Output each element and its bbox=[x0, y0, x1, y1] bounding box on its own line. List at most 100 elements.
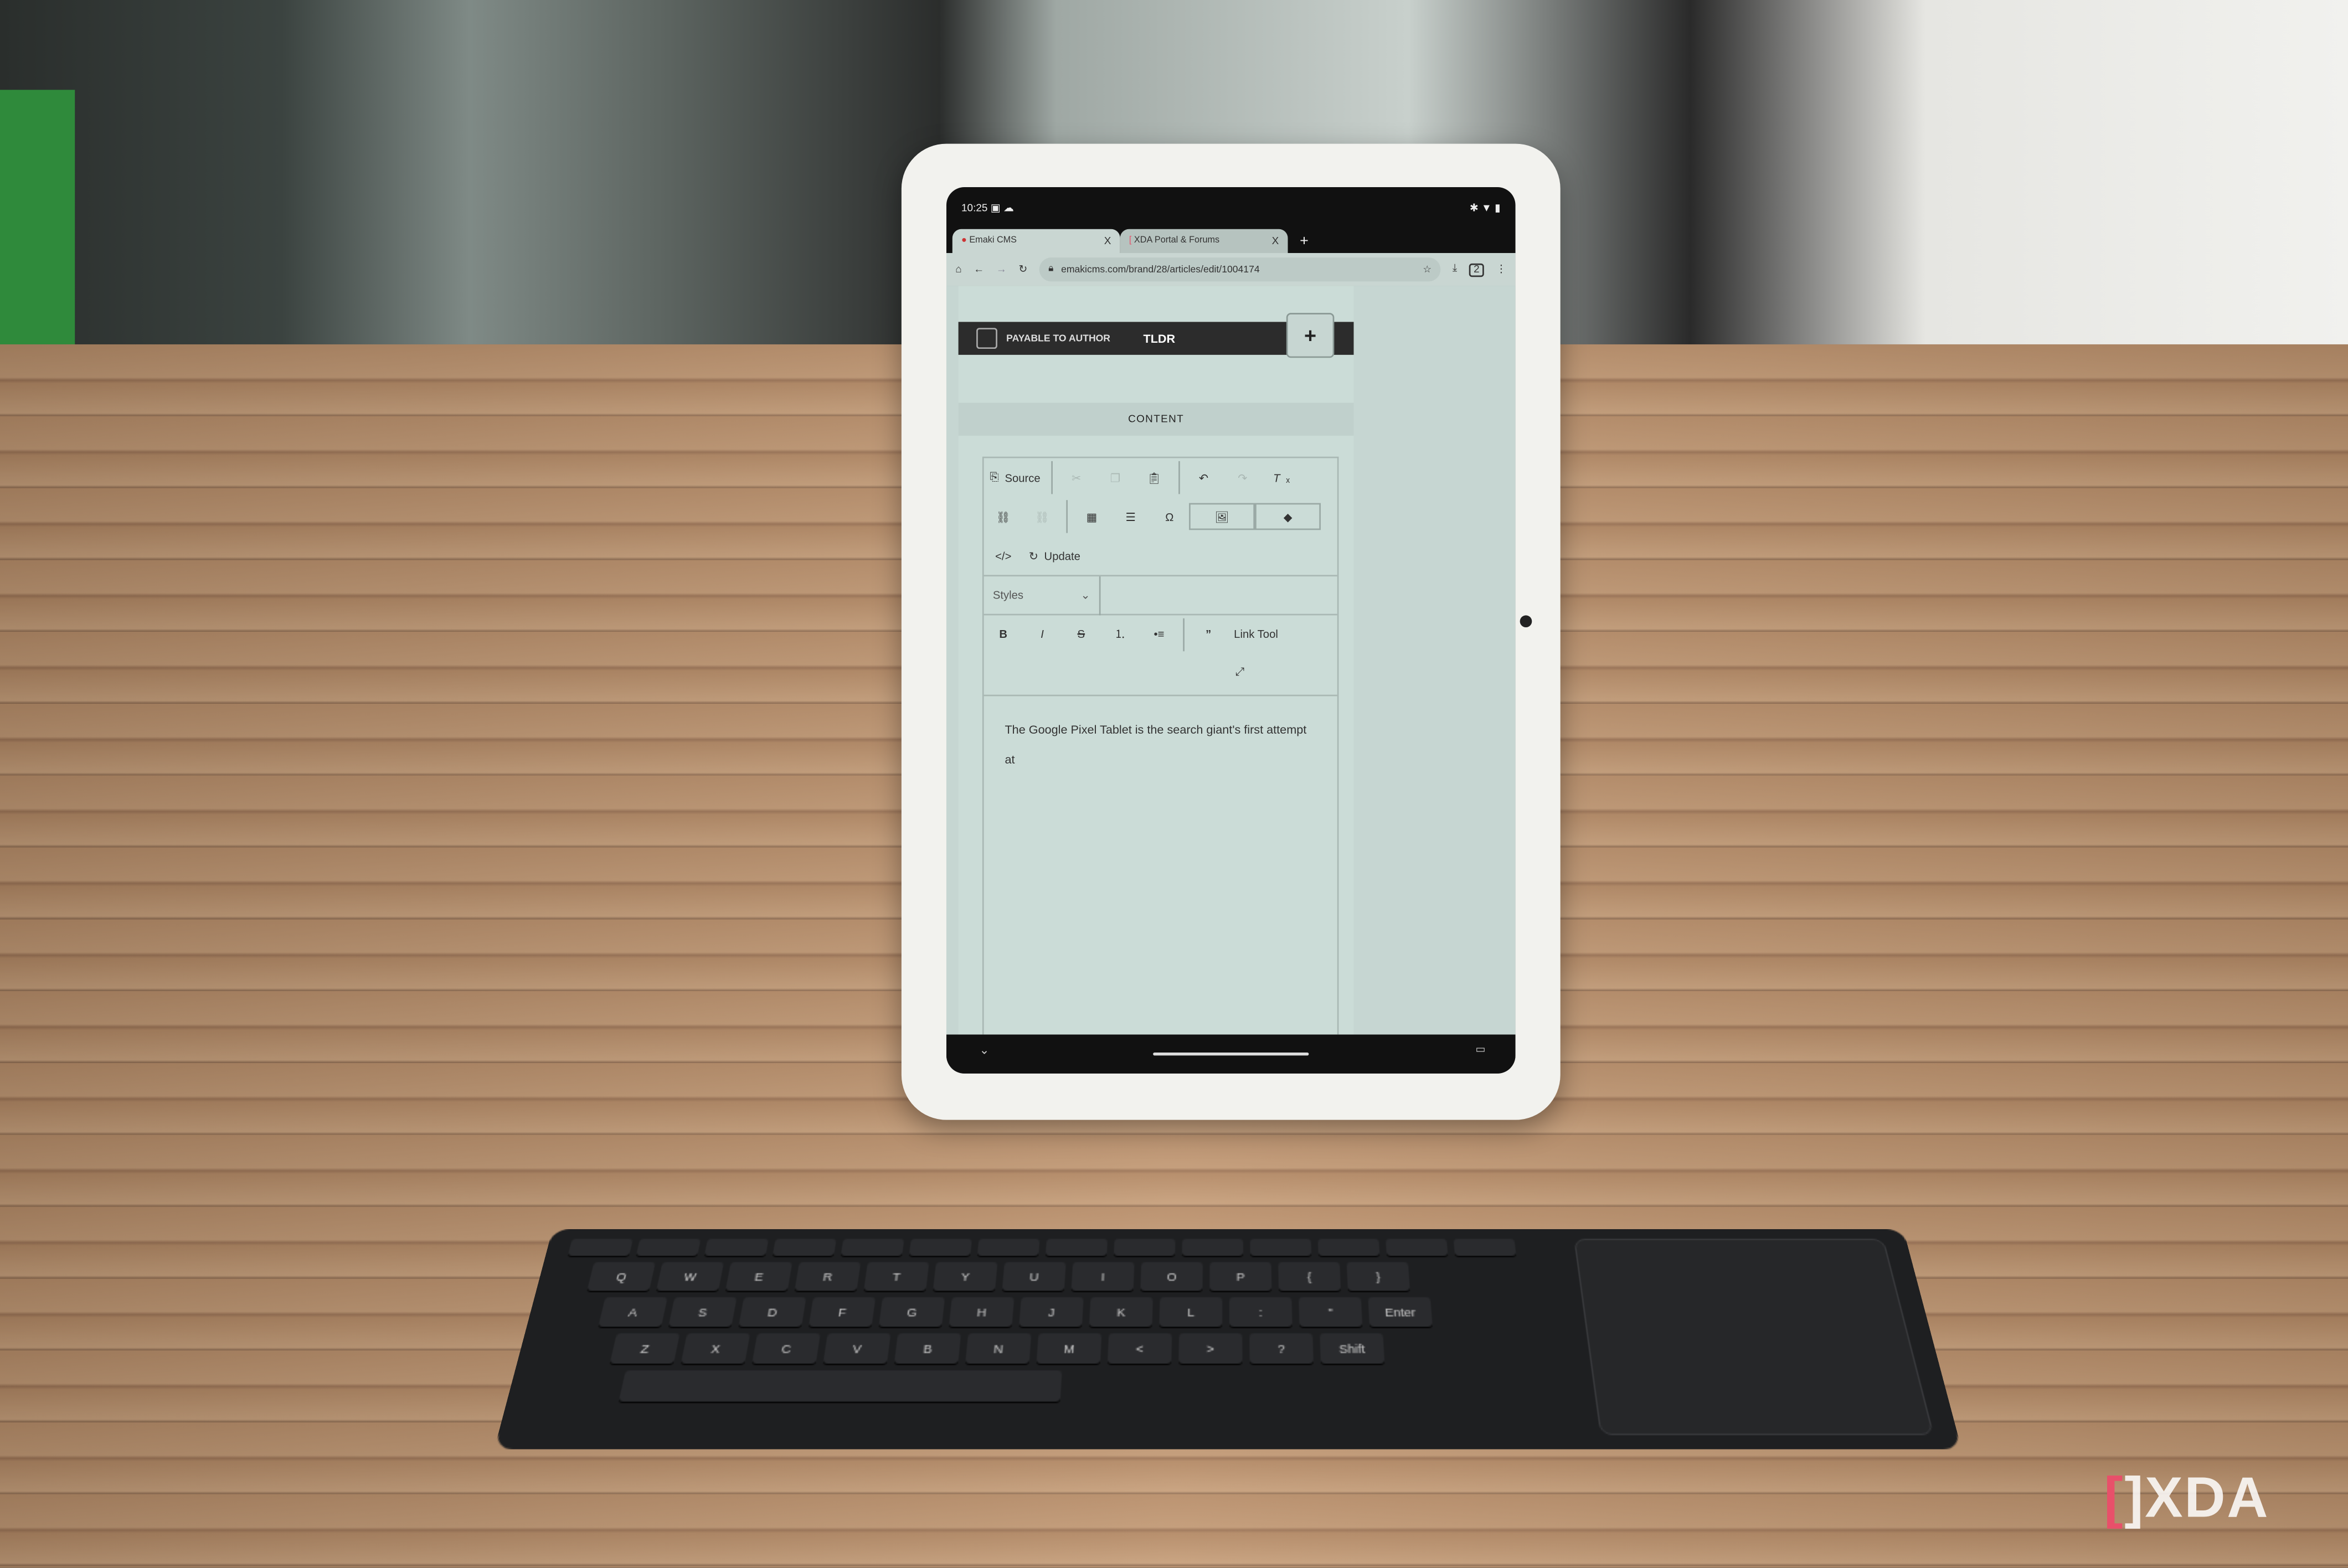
redo-icon[interactable]: ↷ bbox=[1223, 461, 1262, 494]
function-key[interactable] bbox=[909, 1239, 972, 1256]
key[interactable]: B bbox=[894, 1333, 961, 1364]
key[interactable]: H bbox=[949, 1297, 1015, 1327]
editor-body-text[interactable]: The Google Pixel Tablet is the search gi… bbox=[1005, 716, 1319, 776]
source-button[interactable]: ⎘ Source bbox=[984, 461, 1047, 494]
undo-icon[interactable]: ↶ bbox=[1184, 461, 1223, 494]
rich-text-editor: ⎘ Source ✂ ❐ 📋︎ ↶ ↷ Tₓ ⛓ ⛓ ▦ ☰ Ω 🖼︎ ◆ </… bbox=[982, 456, 1339, 1041]
image-icon[interactable]: 🖼︎ bbox=[1189, 503, 1255, 530]
space-key[interactable] bbox=[619, 1370, 1062, 1402]
key[interactable]: " bbox=[1299, 1297, 1363, 1327]
function-key[interactable] bbox=[704, 1239, 769, 1256]
remove-format-icon[interactable]: Tₓ bbox=[1262, 461, 1301, 494]
copy-icon[interactable]: ❐ bbox=[1096, 461, 1135, 494]
key[interactable]: Q bbox=[587, 1262, 656, 1291]
tab-emaki-cms[interactable]: ● Emaki CMS X bbox=[952, 229, 1120, 253]
key[interactable]: N bbox=[965, 1333, 1032, 1364]
key[interactable]: Enter bbox=[1368, 1297, 1433, 1327]
star-icon[interactable]: ☆ bbox=[1423, 264, 1432, 276]
key[interactable]: K bbox=[1089, 1297, 1153, 1327]
function-key[interactable] bbox=[1453, 1239, 1516, 1256]
blockquote-icon[interactable]: ” bbox=[1189, 617, 1228, 650]
tab-xda-portal[interactable]: [ XDA Portal & Forums X bbox=[1120, 229, 1288, 253]
function-key[interactable] bbox=[841, 1239, 904, 1256]
key[interactable]: J bbox=[1019, 1297, 1084, 1327]
key[interactable]: V bbox=[823, 1333, 891, 1364]
key[interactable]: Z bbox=[610, 1333, 680, 1364]
key[interactable]: L bbox=[1159, 1297, 1223, 1327]
function-key[interactable] bbox=[1317, 1239, 1380, 1256]
key[interactable]: X bbox=[681, 1333, 750, 1364]
special-char-icon[interactable]: Ω bbox=[1150, 500, 1189, 533]
function-key[interactable] bbox=[1250, 1239, 1312, 1256]
function-key[interactable] bbox=[977, 1239, 1040, 1256]
home-icon[interactable]: ⌂ bbox=[955, 264, 961, 275]
horizontal-line-icon[interactable]: ☰ bbox=[1111, 500, 1150, 533]
code-icon[interactable]: </> bbox=[984, 539, 1023, 571]
key[interactable]: O bbox=[1140, 1262, 1203, 1291]
key[interactable]: R bbox=[794, 1262, 861, 1291]
key[interactable]: I bbox=[1071, 1262, 1135, 1291]
keyboard-icon[interactable]: ▭ bbox=[1476, 1044, 1486, 1055]
new-tab-button[interactable]: + bbox=[1300, 234, 1309, 250]
key[interactable]: C bbox=[751, 1333, 821, 1364]
function-key[interactable] bbox=[1114, 1239, 1176, 1256]
home-handle[interactable] bbox=[1153, 1052, 1309, 1056]
function-key[interactable] bbox=[568, 1239, 634, 1256]
numbered-list-icon[interactable]: ⒈ bbox=[1101, 617, 1140, 650]
cut-icon[interactable]: ✂ bbox=[1057, 461, 1095, 494]
key[interactable]: A bbox=[598, 1297, 668, 1327]
bold-icon[interactable]: B bbox=[984, 617, 1023, 650]
close-tab-icon[interactable]: X bbox=[1104, 236, 1111, 246]
function-key[interactable] bbox=[1182, 1239, 1244, 1256]
key[interactable]: E bbox=[725, 1262, 792, 1291]
function-key[interactable] bbox=[772, 1239, 837, 1256]
add-button[interactable]: + bbox=[1286, 313, 1335, 358]
italic-icon[interactable]: I bbox=[1023, 617, 1062, 650]
tab-count-button[interactable]: 2 bbox=[1469, 262, 1484, 276]
key[interactable]: D bbox=[738, 1297, 806, 1327]
key[interactable]: ? bbox=[1249, 1333, 1314, 1364]
key[interactable]: F bbox=[809, 1297, 876, 1327]
close-tab-icon[interactable]: X bbox=[1272, 236, 1279, 246]
bulleted-list-icon[interactable]: •≡ bbox=[1140, 617, 1178, 650]
key[interactable]: G bbox=[878, 1297, 945, 1327]
strikethrough-icon[interactable]: S bbox=[1062, 617, 1100, 650]
link-icon[interactable]: ⛓ bbox=[984, 500, 1023, 533]
key[interactable]: M bbox=[1036, 1333, 1102, 1364]
paste-icon[interactable]: 📋︎ bbox=[1135, 461, 1173, 494]
key[interactable]: > bbox=[1178, 1333, 1243, 1364]
maximize-icon[interactable]: ⤢ bbox=[1221, 656, 1259, 688]
url-field[interactable]: 🔒︎ emakicms.com/brand/28/articles/edit/10… bbox=[1039, 257, 1441, 282]
key[interactable]: : bbox=[1229, 1297, 1293, 1327]
download-icon[interactable]: ⤓ bbox=[1453, 264, 1457, 276]
key[interactable]: T bbox=[863, 1262, 929, 1291]
update-label: Update bbox=[1044, 549, 1080, 563]
function-key[interactable] bbox=[636, 1239, 701, 1256]
key[interactable]: P bbox=[1209, 1262, 1272, 1291]
payable-checkbox[interactable] bbox=[976, 328, 997, 349]
key[interactable]: S bbox=[668, 1297, 737, 1327]
tldr-label[interactable]: TLDR bbox=[1143, 332, 1175, 345]
hide-keyboard-icon[interactable]: ⌄ bbox=[979, 1044, 989, 1057]
reload-icon[interactable]: ↻ bbox=[1018, 264, 1027, 276]
lock-icon: 🔒︎ bbox=[1048, 263, 1054, 274]
tablet-screen: 10:25 ▣ ☁ ✱ ▼ ▮ ● Emaki CMS X [ XDA Porta… bbox=[946, 187, 1516, 1074]
key[interactable]: Y bbox=[933, 1262, 998, 1291]
key[interactable]: U bbox=[1002, 1262, 1066, 1291]
function-key[interactable] bbox=[1045, 1239, 1108, 1256]
key[interactable]: { bbox=[1278, 1262, 1341, 1291]
key[interactable]: Shift bbox=[1320, 1333, 1385, 1364]
table-icon[interactable]: ▦ bbox=[1072, 500, 1111, 533]
back-icon[interactable]: ← bbox=[974, 264, 984, 275]
update-button[interactable]: ↻ Update bbox=[1023, 539, 1087, 571]
unlink-icon[interactable]: ⛓ bbox=[1023, 500, 1062, 533]
key[interactable]: W bbox=[656, 1262, 724, 1291]
function-key[interactable] bbox=[1386, 1239, 1448, 1256]
tag-icon[interactable]: ◆ bbox=[1255, 503, 1321, 530]
menu-icon[interactable]: ⋮ bbox=[1496, 264, 1506, 276]
forward-icon[interactable]: → bbox=[996, 264, 1007, 275]
styles-dropdown[interactable]: Styles ⌄ bbox=[984, 575, 1101, 615]
key[interactable]: < bbox=[1107, 1333, 1172, 1364]
link-tool-button[interactable]: Link Tool bbox=[1228, 617, 1284, 650]
key[interactable]: } bbox=[1346, 1262, 1410, 1291]
